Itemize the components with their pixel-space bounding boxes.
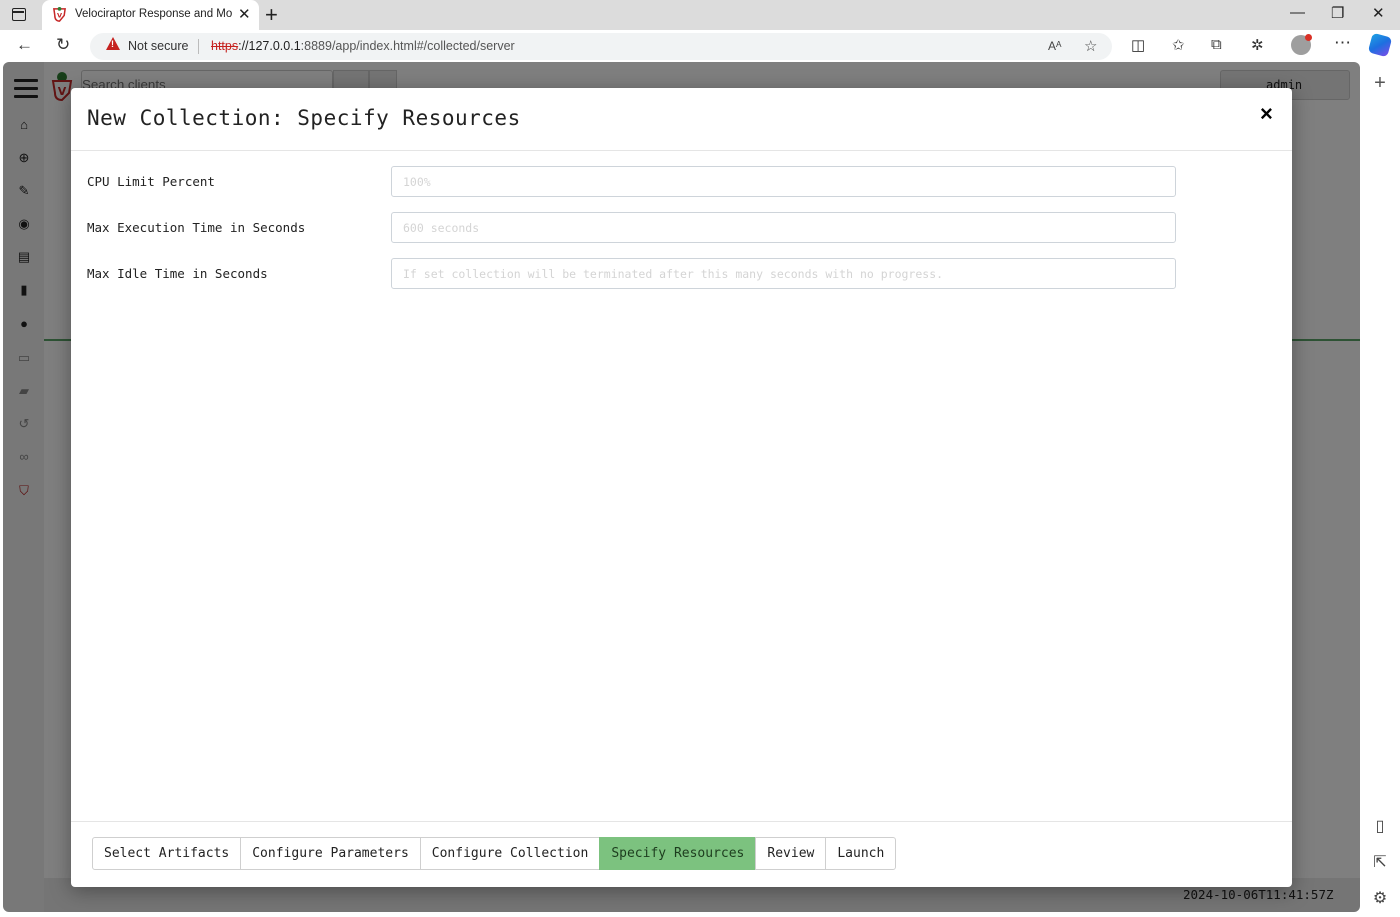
browser-tabstrip: V Velociraptor Response and Moni ✕ + — ❐… — [0, 0, 1400, 30]
tab-close-icon[interactable]: ✕ — [238, 5, 251, 23]
collections-icon[interactable]: ⧉ — [1211, 36, 1222, 53]
read-aloud-icon[interactable]: Aᴬ — [1048, 39, 1061, 53]
reload-icon[interactable]: ↻ — [56, 35, 70, 55]
step-launch[interactable]: Launch — [825, 837, 897, 870]
warning-icon — [106, 37, 120, 50]
notification-dot — [1305, 34, 1312, 41]
address-bar[interactable]: Not secure https://127.0.0.1:8889/app/in… — [90, 33, 1112, 60]
tab-title: Velociraptor Response and Moni — [75, 8, 233, 20]
copilot-icon[interactable] — [1367, 32, 1393, 58]
edge-sidebar: + ▯ ⇱ ⚙ — [1360, 62, 1400, 917]
new-tab-icon[interactable]: + — [265, 2, 278, 28]
url-host: ://127.0.0.1 — [238, 39, 301, 53]
cpu-limit-row: CPU Limit Percent — [87, 166, 1177, 198]
more-menu-icon[interactable]: ⋯ — [1334, 33, 1351, 53]
modal-header: New Collection: Specify Resources × — [71, 88, 1292, 151]
step-configure-parameters[interactable]: Configure Parameters — [240, 837, 421, 870]
modal-footer: Select Artifacts Configure Parameters Co… — [71, 821, 1292, 887]
velociraptor-favicon-icon: V — [53, 7, 66, 22]
step-specify-resources[interactable]: Specify Resources — [599, 837, 757, 870]
max-idle-time-input[interactable] — [391, 258, 1176, 289]
split-screen-icon[interactable]: ◫ — [1131, 36, 1145, 54]
new-collection-modal: New Collection: Specify Resources × CPU … — [71, 88, 1292, 887]
url-text[interactable]: https://127.0.0.1:8889/app/index.html#/c… — [211, 39, 515, 53]
max-idle-time-label: Max Idle Time in Seconds — [87, 266, 268, 281]
minimize-icon[interactable]: — — [1290, 4, 1305, 21]
max-execution-time-input[interactable] — [391, 212, 1176, 243]
security-label[interactable]: Not secure — [128, 39, 188, 53]
cpu-limit-label: CPU Limit Percent — [87, 174, 215, 189]
divider — [198, 39, 199, 54]
wizard-steps: Select Artifacts Configure Parameters Co… — [92, 837, 897, 870]
max-idle-time-row: Max Idle Time in Seconds — [87, 258, 1177, 290]
restore-icon[interactable]: ❐ — [1331, 4, 1344, 22]
browser-toolbar: ← ↻ Not secure https://127.0.0.1:8889/ap… — [0, 30, 1400, 62]
hide-sidebar-icon[interactable]: ▯ — [1360, 816, 1400, 836]
browser-tab[interactable]: V Velociraptor Response and Moni ✕ — [42, 0, 259, 30]
modal-title: New Collection: Specify Resources — [87, 106, 521, 130]
add-sidebar-icon[interactable]: + — [1360, 72, 1400, 95]
cpu-limit-input[interactable] — [391, 166, 1176, 197]
close-icon[interactable]: × — [1260, 101, 1273, 127]
step-configure-collection[interactable]: Configure Collection — [419, 837, 601, 870]
back-icon[interactable]: ← — [16, 35, 33, 55]
favorite-star-icon[interactable]: ☆ — [1084, 37, 1097, 55]
max-execution-time-label: Max Execution Time in Seconds — [87, 220, 306, 235]
max-execution-time-row: Max Execution Time in Seconds — [87, 212, 1177, 244]
favorites-icon[interactable]: ✩ — [1172, 36, 1185, 54]
tab-actions-icon[interactable] — [12, 8, 26, 21]
step-review[interactable]: Review — [755, 837, 827, 870]
extensions-icon[interactable]: ✲ — [1251, 36, 1264, 54]
open-external-icon[interactable]: ⇱ — [1360, 852, 1400, 872]
close-window-icon[interactable]: ✕ — [1372, 4, 1385, 22]
url-scheme: https — [211, 39, 239, 53]
url-path: :8889/app/index.html#/collected/server — [300, 39, 515, 53]
sidebar-settings-icon[interactable]: ⚙ — [1360, 888, 1400, 908]
step-select-artifacts[interactable]: Select Artifacts — [92, 837, 242, 870]
